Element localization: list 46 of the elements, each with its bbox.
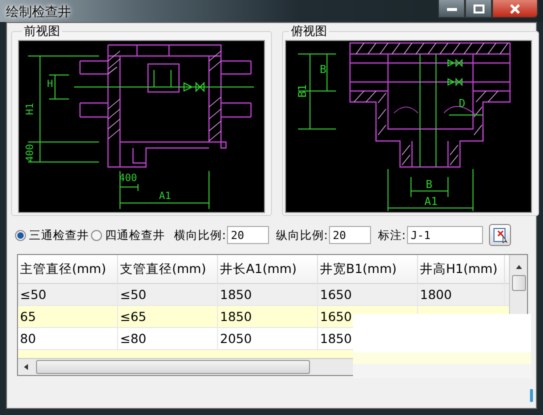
table-cell: ≤65 xyxy=(118,306,218,327)
table-cell: 65 xyxy=(18,306,118,327)
table-cell: 1650 xyxy=(318,284,418,305)
clear-button[interactable] xyxy=(488,224,511,246)
dimension-label: B1 xyxy=(296,84,309,98)
close-icon xyxy=(509,4,521,14)
minimize-button[interactable] xyxy=(438,0,465,18)
table-cell: ≤80 xyxy=(118,328,218,349)
window-title: 绘制检查井 xyxy=(5,4,72,22)
minimize-icon xyxy=(446,6,458,12)
input-field[interactable]: 20 xyxy=(328,226,371,244)
dimension-label: D xyxy=(458,97,466,110)
table-row[interactable]: ≤50 ≤50 1850 1650 1800 xyxy=(18,284,509,306)
panel-title: 前视图 xyxy=(23,23,61,40)
scroll-thumb[interactable] xyxy=(36,360,310,374)
field-label: 横向比例: xyxy=(174,228,226,242)
panel-title: 俯视图 xyxy=(290,23,328,40)
radio-option[interactable]: 三通检查井 xyxy=(15,228,89,242)
radio-option[interactable]: 四通检查井 xyxy=(91,228,165,242)
table-cell: 80 xyxy=(18,328,118,349)
close-button[interactable] xyxy=(492,0,538,18)
input-field[interactable]: J-1 xyxy=(406,226,483,244)
table-cell: 1850 xyxy=(218,284,318,305)
scroll-up-icon xyxy=(514,263,522,271)
maximize-button[interactable] xyxy=(465,0,492,18)
dimension-label: B xyxy=(320,63,326,76)
dimension-label: 400 xyxy=(25,144,36,162)
dimension-label: 400 xyxy=(118,173,138,184)
dimension-label: A1 xyxy=(158,191,172,202)
scroll-thumb[interactable] xyxy=(512,275,526,291)
table-cell: 1800 xyxy=(418,284,505,305)
grip-icon xyxy=(530,389,533,402)
table-cell: ≤50 xyxy=(18,284,118,305)
dimension-label: H xyxy=(46,79,54,90)
input-field[interactable]: 20 xyxy=(226,226,269,244)
table-cell: ≤50 xyxy=(118,284,218,305)
field-label: 纵向比例: xyxy=(276,228,328,242)
dimension-label: B xyxy=(426,178,432,191)
dimension-label: H1 xyxy=(25,102,36,116)
field-label: 标注: xyxy=(378,228,406,242)
dimension-label: A1 xyxy=(424,195,438,208)
scroll-left-icon xyxy=(22,363,30,371)
table-cell: 1850 xyxy=(218,306,318,327)
maximize-icon xyxy=(472,4,484,14)
clear-icon xyxy=(492,227,508,243)
table-cell: 2050 xyxy=(218,328,318,349)
